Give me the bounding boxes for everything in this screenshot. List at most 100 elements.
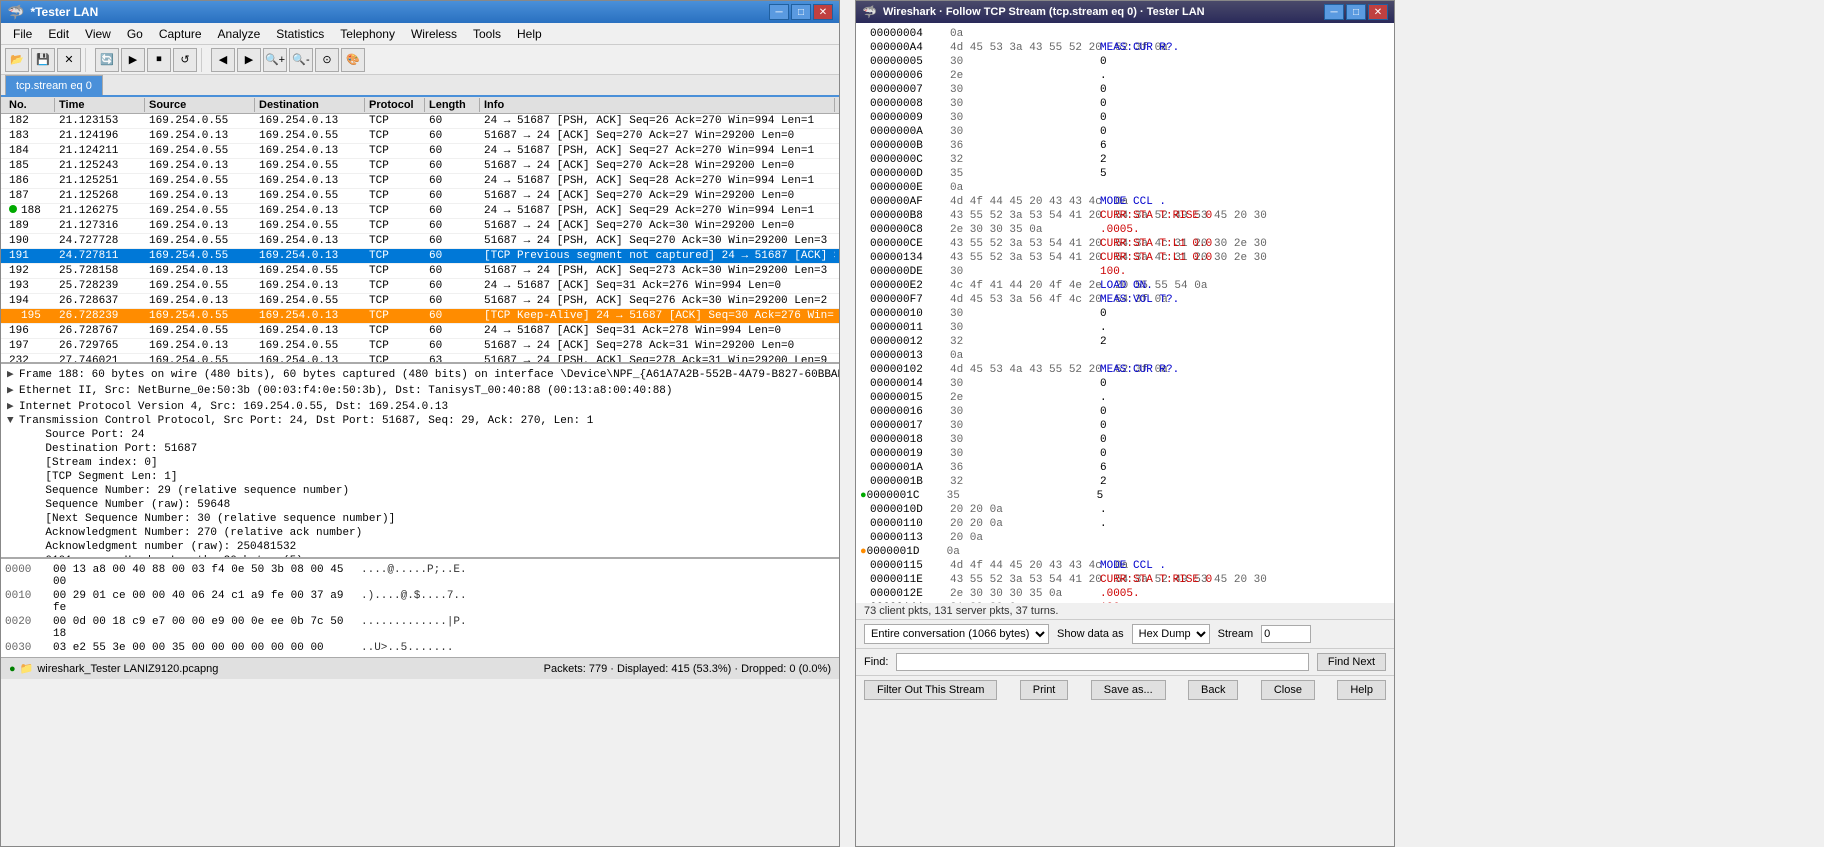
detail-row[interactable]: ▶Frame 188: 60 bytes on wire (480 bits),… bbox=[5, 366, 835, 382]
detail-rows: ▶Frame 188: 60 bytes on wire (480 bits),… bbox=[5, 366, 835, 557]
packet-row[interactable]: 188 21.126275 169.254.0.55 169.254.0.13 … bbox=[1, 204, 839, 219]
detail-row[interactable]: Sequence Number: 29 (relative sequence n… bbox=[5, 484, 835, 498]
stream-line: 0000013443 55 52 3a 53 54 41 20 54 3a 4c… bbox=[860, 251, 1390, 265]
tb-open-button[interactable]: 📂 bbox=[5, 48, 29, 72]
detail-row[interactable]: [Next Sequence Number: 30 (relative sequ… bbox=[5, 512, 835, 526]
ws-close-button[interactable]: ✕ bbox=[1368, 4, 1388, 20]
ws-minimize-button[interactable]: ─ bbox=[1324, 4, 1344, 20]
find-next-button[interactable]: Find Next bbox=[1317, 653, 1386, 671]
menu-go[interactable]: Go bbox=[119, 25, 151, 43]
tb-capture-button[interactable]: ▶ bbox=[121, 48, 145, 72]
cell-destination: 169.254.0.55 bbox=[255, 265, 365, 277]
tb-coloring-button[interactable]: 🎨 bbox=[341, 48, 365, 72]
tb-close-button[interactable]: ✕ bbox=[57, 48, 81, 72]
menu-telephony[interactable]: Telephony bbox=[332, 25, 403, 43]
stream-content[interactable]: 000000040a 000000A44d 45 53 3a 43 55 52 … bbox=[856, 23, 1394, 603]
packet-row[interactable]: 186 21.125251 169.254.0.55 169.254.0.13 … bbox=[1, 174, 839, 189]
stream-number-input[interactable] bbox=[1261, 625, 1311, 643]
detail-row[interactable]: Destination Port: 51687 bbox=[5, 442, 835, 456]
tb-save-button[interactable]: 💾 bbox=[31, 48, 55, 72]
packet-row[interactable]: 232 27.746021 169.254.0.55 169.254.0.13 … bbox=[1, 354, 839, 362]
detail-row[interactable]: ▶Ethernet II, Src: NetBurne_0e:50:3b (00… bbox=[5, 382, 835, 398]
detail-row[interactable]: [Stream index: 0] bbox=[5, 456, 835, 470]
cell-time: 21.127316 bbox=[55, 220, 145, 232]
packet-row[interactable]: 194 26.728637 169.254.0.13 169.254.0.55 … bbox=[1, 294, 839, 309]
hex-dump: 0000 00 13 a8 00 40 88 00 03 f4 0e 50 3b… bbox=[1, 557, 839, 657]
packet-row[interactable]: 193 25.728239 169.254.0.55 169.254.0.13 … bbox=[1, 279, 839, 294]
stream-hex: 32 bbox=[950, 335, 1100, 349]
print-button[interactable]: Print bbox=[1020, 680, 1069, 700]
save-as-button[interactable]: Save as... bbox=[1091, 680, 1166, 700]
cell-no: 190 bbox=[5, 235, 55, 247]
packet-row[interactable]: 187 21.125268 169.254.0.13 169.254.0.55 … bbox=[1, 189, 839, 204]
tb-zoom-reset-button[interactable]: ⊙ bbox=[315, 48, 339, 72]
packet-row[interactable]: 197 26.729765 169.254.0.13 169.254.0.55 … bbox=[1, 339, 839, 354]
packet-row[interactable]: 192 25.728158 169.254.0.13 169.254.0.55 … bbox=[1, 264, 839, 279]
packet-row[interactable]: 191 24.727811 169.254.0.55 169.254.0.13 … bbox=[1, 249, 839, 264]
menu-edit[interactable]: Edit bbox=[40, 25, 77, 43]
packet-row[interactable]: 182 21.123153 169.254.0.55 169.254.0.13 … bbox=[1, 114, 839, 129]
detail-row[interactable]: Acknowledgment Number: 270 (relative ack… bbox=[5, 526, 835, 540]
show-data-dropdown[interactable]: Hex Dump bbox=[1132, 624, 1210, 644]
menu-tools[interactable]: Tools bbox=[465, 25, 509, 43]
stream-text: .0005. bbox=[1100, 587, 1140, 601]
cell-protocol: TCP bbox=[365, 280, 425, 292]
back-button[interactable]: Back bbox=[1188, 680, 1238, 700]
packet-row[interactable]: 183 21.124196 169.254.0.13 169.254.0.55 … bbox=[1, 129, 839, 144]
cell-no: 193 bbox=[5, 280, 55, 292]
ws-maximize-button[interactable]: □ bbox=[1346, 4, 1366, 20]
cell-protocol: TCP bbox=[365, 250, 425, 262]
packet-row[interactable]: 185 21.125243 169.254.0.13 169.254.0.55 … bbox=[1, 159, 839, 174]
packet-row[interactable]: 189 21.127316 169.254.0.13 169.254.0.55 … bbox=[1, 219, 839, 234]
stream-hex: 35 bbox=[950, 167, 1100, 181]
close-stream-button[interactable]: Close bbox=[1261, 680, 1315, 700]
detail-row[interactable]: Acknowledgment number (raw): 250481532 bbox=[5, 540, 835, 554]
conversation-dropdown[interactable]: Entire conversation (1066 bytes) bbox=[864, 624, 1049, 644]
find-input[interactable] bbox=[896, 653, 1308, 671]
packet-row[interactable]: 190 24.727728 169.254.0.55 169.254.0.13 … bbox=[1, 234, 839, 249]
detail-row[interactable]: Source Port: 24 bbox=[5, 428, 835, 442]
stream-text: 190. bbox=[1100, 601, 1126, 603]
packet-list-container[interactable]: No. Time Source Destination Protocol Len… bbox=[1, 97, 839, 362]
tb-stop-button[interactable]: ⏹ bbox=[147, 48, 171, 72]
hex-offset: 0000 bbox=[5, 564, 45, 588]
tb-back-button[interactable]: ◀ bbox=[211, 48, 235, 72]
menu-wireless[interactable]: Wireless bbox=[403, 25, 465, 43]
stream-text: . bbox=[1100, 391, 1107, 405]
tab-tcp-stream[interactable]: tcp.stream eq 0 bbox=[5, 75, 103, 95]
tb-zoom-in-button[interactable]: 🔍+ bbox=[263, 48, 287, 72]
tb-zoom-out-button[interactable]: 🔍- bbox=[289, 48, 313, 72]
stream-offset: 00000113 bbox=[870, 531, 950, 545]
detail-row[interactable]: [TCP Segment Len: 1] bbox=[5, 470, 835, 484]
menu-file[interactable]: File bbox=[5, 25, 40, 43]
cell-no: 197 bbox=[5, 340, 55, 352]
tb-reload-button[interactable]: 🔄 bbox=[95, 48, 119, 72]
menu-analyze[interactable]: Analyze bbox=[210, 25, 269, 43]
packet-row[interactable]: 184 21.124211 169.254.0.55 169.254.0.13 … bbox=[1, 144, 839, 159]
menu-view[interactable]: View bbox=[77, 25, 119, 43]
tb-restart-button[interactable]: ↺ bbox=[173, 48, 197, 72]
detail-row[interactable]: Sequence Number (raw): 59648 bbox=[5, 498, 835, 512]
menu-capture[interactable]: Capture bbox=[151, 25, 210, 43]
stream-offset: 00000144 bbox=[870, 601, 950, 603]
cell-no: 188 bbox=[5, 205, 55, 217]
menu-statistics[interactable]: Statistics bbox=[268, 25, 332, 43]
no-bullet bbox=[860, 531, 870, 545]
detail-row[interactable]: ▶Internet Protocol Version 4, Src: 169.2… bbox=[5, 398, 835, 414]
tb-forward-button[interactable]: ▶ bbox=[237, 48, 261, 72]
detail-row[interactable]: ▼Transmission Control Protocol, Src Port… bbox=[5, 414, 835, 428]
stream-line: 000000C82e 30 30 35 0a.0005. bbox=[860, 223, 1390, 237]
close-main-button[interactable]: ✕ bbox=[813, 4, 833, 20]
minimize-button[interactable]: ─ bbox=[769, 4, 789, 20]
stream-text: 2 bbox=[1100, 475, 1107, 489]
filter-out-button[interactable]: Filter Out This Stream bbox=[864, 680, 997, 700]
cell-no: 191 bbox=[5, 250, 55, 262]
menu-help[interactable]: Help bbox=[509, 25, 550, 43]
help-stream-button[interactable]: Help bbox=[1337, 680, 1386, 700]
packet-row[interactable]: 195 26.728239 169.254.0.55 169.254.0.13 … bbox=[1, 309, 839, 324]
stream-line: 000000AF4d 4f 44 45 20 43 43 4c 0aMODE C… bbox=[860, 195, 1390, 209]
maximize-button[interactable]: □ bbox=[791, 4, 811, 20]
stream-offset: 0000000C bbox=[870, 153, 950, 167]
packet-row[interactable]: 196 26.728767 169.254.0.55 169.254.0.13 … bbox=[1, 324, 839, 339]
cell-destination: 169.254.0.13 bbox=[255, 310, 365, 322]
